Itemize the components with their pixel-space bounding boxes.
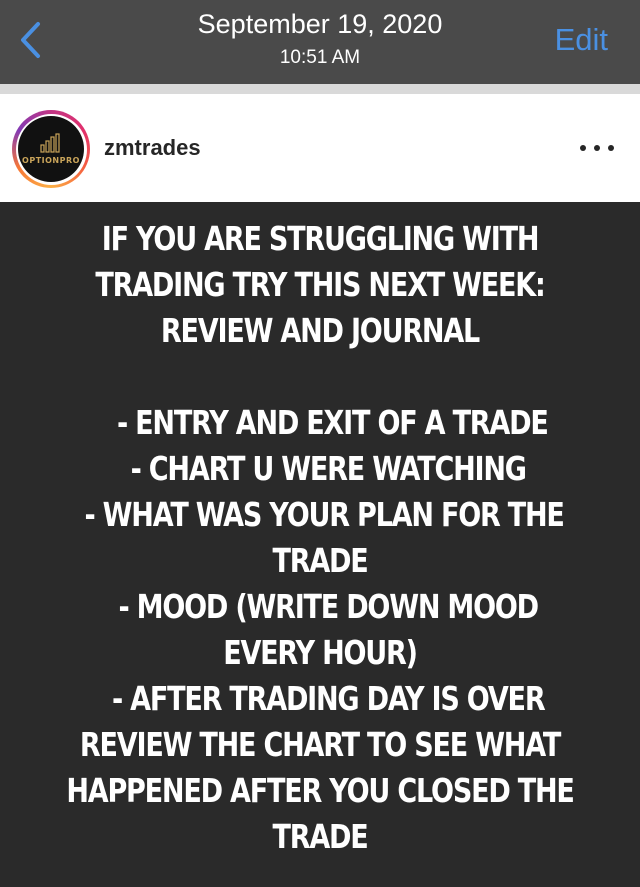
post-text-line: IF YOU ARE STRUGGLING WITH — [101, 219, 540, 258]
post-text-line: REVIEW AND JOURNAL — [160, 311, 480, 350]
post-text-line: - CHART U WERE WATCHING — [114, 449, 527, 488]
post-image[interactable]: IF YOU ARE STRUGGLING WITH TRADING TRY TH… — [0, 202, 640, 887]
post-text-line: HAPPENED AFTER YOU CLOSED THE — [66, 771, 575, 810]
post-text-line: REVIEW THE CHART TO SEE WHAT — [79, 725, 561, 764]
more-horizontal-icon — [580, 145, 586, 151]
post-text-line: TRADING TRY THIS NEXT WEEK: — [95, 265, 545, 304]
edit-button[interactable]: Edit — [555, 22, 608, 58]
more-options-button[interactable] — [580, 138, 614, 158]
post-text-line: - MOOD (WRITE DOWN MOOD — [102, 587, 539, 626]
post-text-line: - AFTER TRADING DAY IS OVER — [95, 679, 546, 718]
post-text-line: - ENTRY AND EXIT OF A TRADE — [92, 403, 549, 442]
post-text-line: - WHAT WAS YOUR PLAN FOR THE — [76, 495, 564, 534]
nav-time-subtitle: 10:51 AM — [279, 47, 361, 68]
avatar-story-ring[interactable]: OPTIONPRO — [12, 110, 90, 188]
post-caption-text: IF YOU ARE STRUGGLING WITH TRADING TRY TH… — [58, 216, 583, 860]
navigation-bar: September 19, 2020 10:51 AM Edit — [0, 0, 640, 84]
avatar-brand-text: OPTIONPRO — [22, 156, 80, 165]
avatar: OPTIONPRO — [18, 116, 84, 182]
separator — [0, 84, 640, 94]
nav-date-title: September 19, 2020 — [197, 9, 443, 39]
post-username[interactable]: zmtrades — [104, 135, 201, 161]
post-text-line — [58, 354, 583, 400]
post-text-line: TRADE — [272, 541, 368, 580]
post-header: OPTIONPRO zmtrades — [0, 94, 640, 202]
bar-chart-icon — [40, 133, 60, 153]
post-text-line: EVERY HOUR) — [223, 633, 418, 672]
post-text-line: TRADE — [272, 817, 368, 856]
